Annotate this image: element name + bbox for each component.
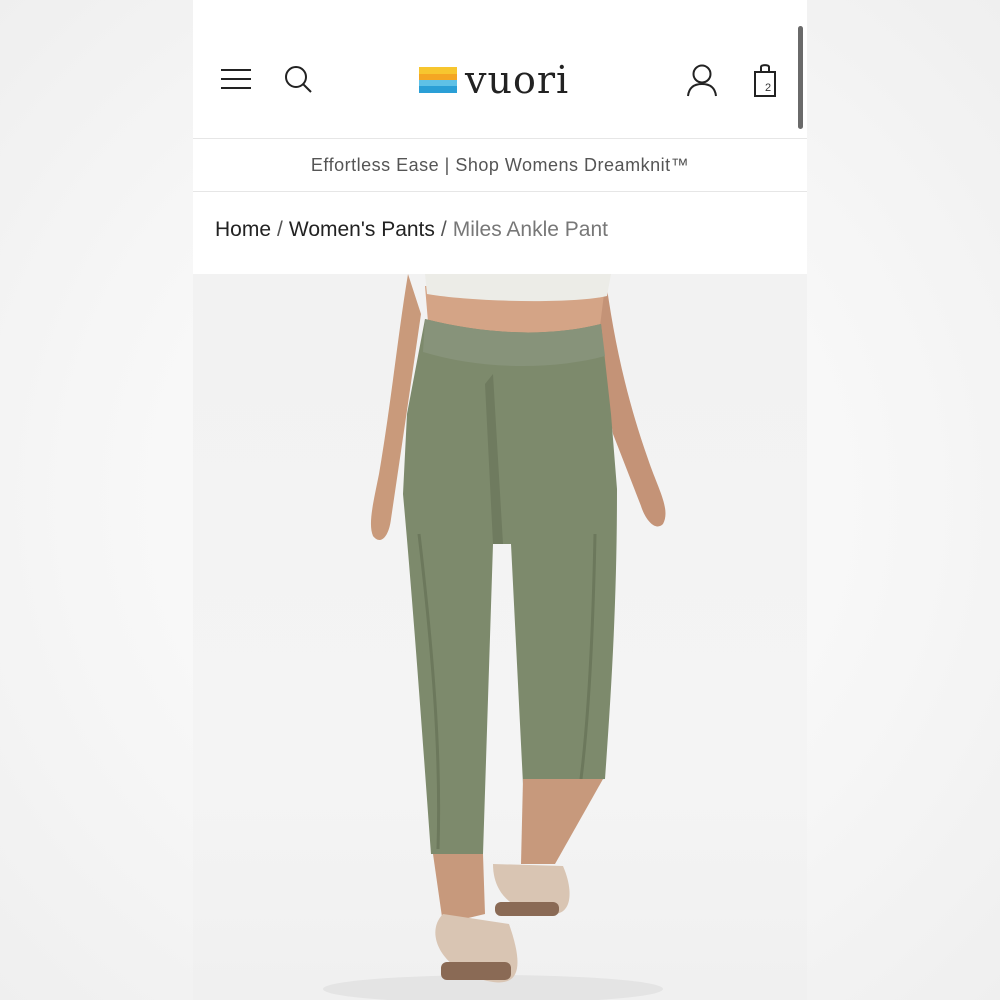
account-icon [687,64,717,97]
cart-count-badge: 2 [765,82,772,94]
site-header: vuori 2 [193,0,807,139]
breadcrumb-womens-pants[interactable]: Women's Pants [289,218,435,242]
hamburger-menu-icon [221,69,251,89]
search-icon [285,66,312,93]
breadcrumb-separator: / [277,218,283,241]
logo-mark-icon [419,67,457,93]
product-image[interactable] [193,274,807,1000]
scrollbar[interactable] [798,26,803,129]
brand-logo[interactable]: vuori [419,60,569,100]
promo-banner-text: Effortless Ease | Shop Womens Dreamknit™ [310,154,690,175]
breadcrumb: Home / Women's Pants / Miles Ankle Pant [215,218,608,242]
brand-name: vuori [465,58,570,102]
account-button[interactable] [684,62,720,98]
product-photo-illustration [323,274,666,1000]
mobile-page: vuori 2 Effortless Ease | Shop Womens Dr… [193,0,807,1000]
promo-banner[interactable]: Effortless Ease | Shop Womens Dreamknit™ [193,139,807,192]
breadcrumb-current: Miles Ankle Pant [452,218,608,241]
menu-button[interactable] [219,62,253,96]
cart-button[interactable]: 2 [748,60,782,100]
search-button[interactable] [281,62,315,96]
breadcrumb-separator: / [440,218,447,241]
breadcrumb-home[interactable]: Home [215,218,271,242]
